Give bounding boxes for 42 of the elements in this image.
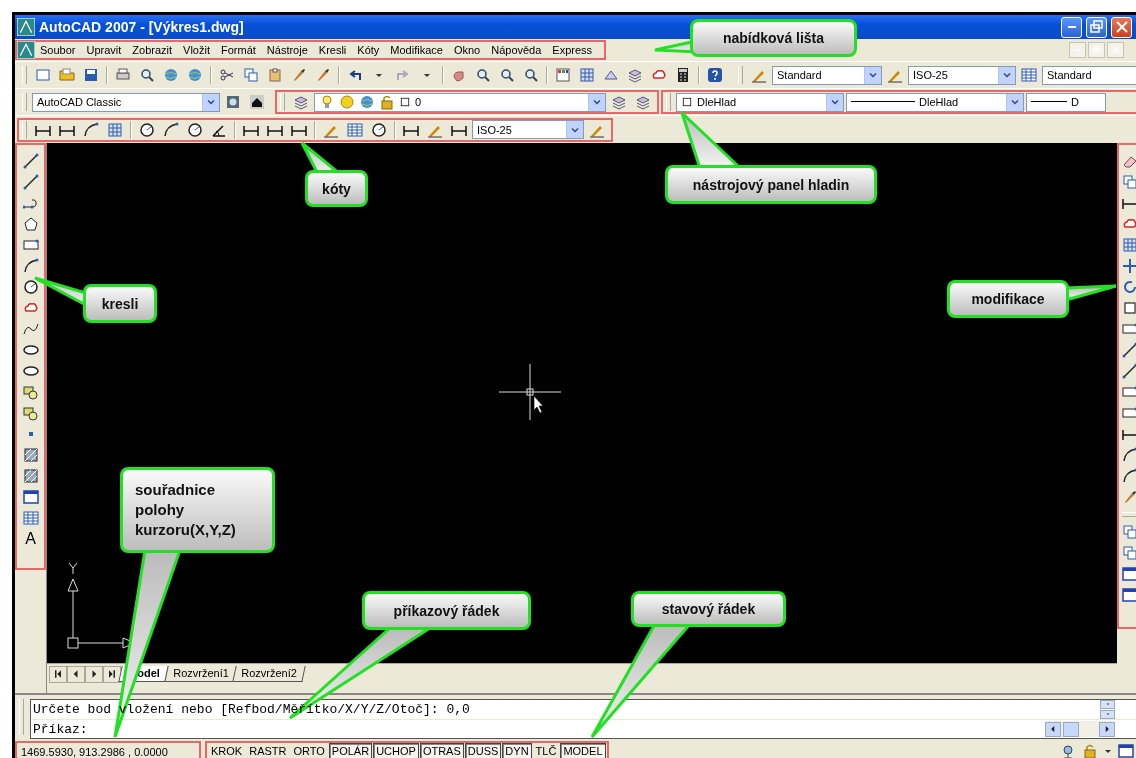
menu-item[interactable]: Upravit xyxy=(81,44,128,56)
status-toggle[interactable]: POLÁR xyxy=(328,743,373,758)
callout-label: kresli xyxy=(83,284,157,323)
color-dropdown[interactable]: DleHlad xyxy=(676,92,844,112)
callout-label: souřadnice polohy kurzoru(X,Y,Z) xyxy=(120,467,275,553)
dimension-style-dropdown[interactable]: ISO-25 xyxy=(472,120,584,139)
status-toggle[interactable]: RASTR xyxy=(246,743,290,758)
table-style-dropdown[interactable]: Standard xyxy=(1042,65,1136,85)
status-toggle[interactable]: KROK xyxy=(208,743,246,758)
status-toggle[interactable]: MODEL xyxy=(560,743,606,758)
linetype-dropdown[interactable]: DleHlad xyxy=(846,92,1024,112)
layer-dropdown[interactable]: 0 xyxy=(314,92,606,112)
layout-tab[interactable]: Rozvržení2 xyxy=(232,666,306,682)
status-toggle[interactable]: TLČ xyxy=(532,743,560,758)
dimension-style-dropdown[interactable]: ISO-25 xyxy=(908,65,1016,85)
menu-item[interactable]: Kresli xyxy=(313,44,353,56)
status-toggle[interactable]: DYN xyxy=(502,743,532,758)
menu-item[interactable]: Express xyxy=(547,44,599,56)
status-toggle[interactable]: DUSS xyxy=(464,743,502,758)
window-title: AutoCAD 2007 - [Výkres1.dwg] xyxy=(39,19,245,35)
menu-item[interactable]: Modifikace xyxy=(385,44,449,56)
menu-item[interactable]: Zobrazit xyxy=(127,44,179,56)
status-toggle[interactable]: UCHOP xyxy=(373,743,419,758)
callout-label: kóty xyxy=(305,170,368,207)
lineweight-dropdown[interactable]: D xyxy=(1026,92,1106,112)
menu-item[interactable]: Okno xyxy=(448,44,487,56)
menu-item[interactable]: Vložit xyxy=(178,44,216,56)
callout-label: nabídková lišta xyxy=(690,19,857,57)
menu-item[interactable]: Nápověda xyxy=(486,44,548,56)
callout-label: stavový řádek xyxy=(631,591,786,627)
menu-item[interactable]: Nástroje xyxy=(261,44,314,56)
workspace-dropdown[interactable]: AutoCAD Classic xyxy=(32,92,220,112)
callout-label: příkazový řádek xyxy=(362,591,531,630)
text-tool-button[interactable]: A xyxy=(19,529,42,549)
menu-item[interactable]: Formát xyxy=(216,44,262,56)
menu-item[interactable]: Soubor xyxy=(35,44,82,56)
menu-item[interactable]: Kóty xyxy=(352,44,386,56)
callout-label: modifikace xyxy=(947,280,1069,318)
cursor-coordinates: 1469.5930, 913.2986 , 0.0000 xyxy=(15,741,201,758)
text-style-dropdown[interactable]: Standard xyxy=(772,65,882,85)
status-toggle[interactable]: OTRAS xyxy=(419,743,464,758)
status-toggle[interactable]: ORTO xyxy=(290,743,328,758)
